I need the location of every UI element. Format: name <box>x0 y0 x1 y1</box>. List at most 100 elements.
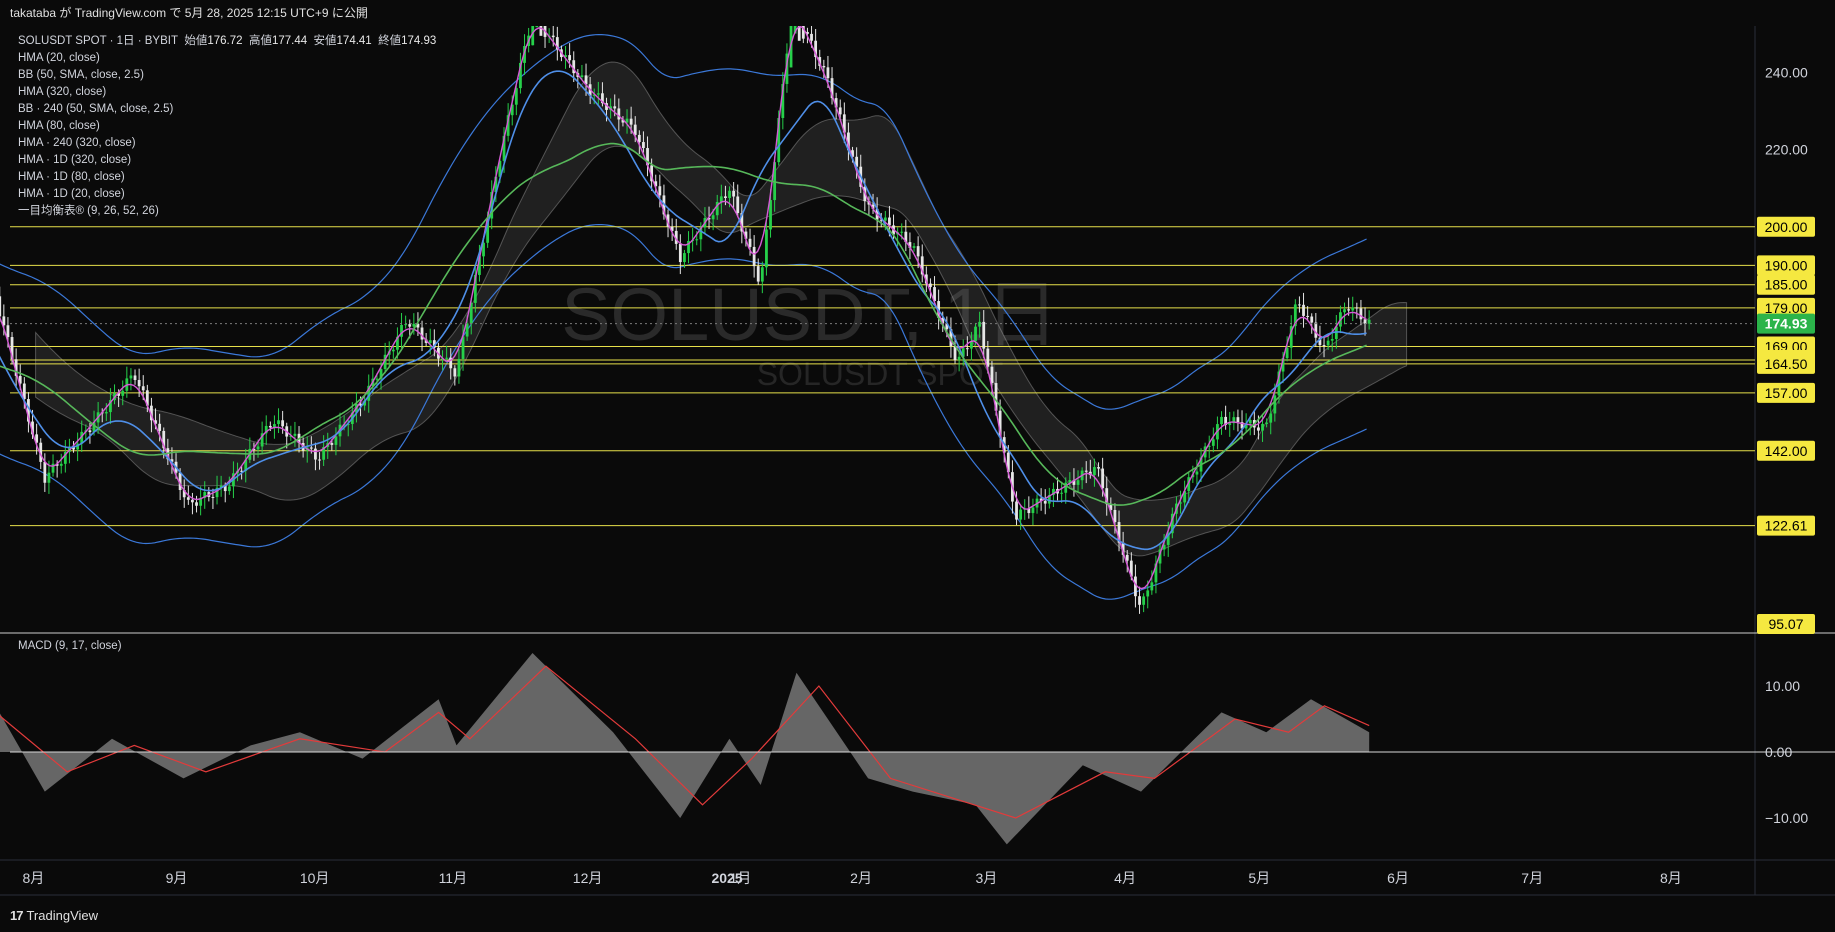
indicator-legend-hma320[interactable]: HMA (320, close) <box>18 84 436 101</box>
indicator-legend-hma20[interactable]: HMA (20, close) <box>18 50 436 67</box>
candle-body <box>760 267 764 282</box>
candle-body <box>724 196 727 198</box>
macd-axis-tick-label: 10.00 <box>1765 678 1800 694</box>
level-tag-label: 185.00 <box>1765 277 1808 293</box>
candle-body <box>978 321 982 327</box>
candle-body <box>1330 339 1334 341</box>
candle-body <box>391 349 395 352</box>
candle-body <box>6 325 10 338</box>
symbol-name: SOLUSDT SPOT · 1日 · BYBIT <box>18 35 178 47</box>
ohlc-low-label: 安値 <box>313 35 337 47</box>
candle-body <box>629 118 633 125</box>
candle-body <box>633 124 637 135</box>
candle-body <box>47 472 51 483</box>
candle-body <box>445 357 449 359</box>
indicator-legend-bb240[interactable]: BB · 240 (50, SMA, close, 2.5) <box>18 101 436 118</box>
candle-body <box>1261 423 1264 431</box>
candle-body <box>732 190 736 197</box>
candle-body <box>613 106 617 109</box>
candle-body <box>141 386 145 391</box>
candle-body <box>1228 423 1232 425</box>
time-axis-label: 9月 <box>166 870 188 886</box>
candle-body <box>900 231 904 233</box>
candle-body <box>1265 422 1269 424</box>
indicator-legend-hma1d-20[interactable]: HMA · 1D (20, close) <box>18 186 436 203</box>
candle-body <box>965 348 969 350</box>
candle-body <box>765 229 768 268</box>
candle-body <box>1195 471 1199 475</box>
candle-body <box>43 461 47 483</box>
candle-body <box>1076 480 1080 485</box>
candle-body <box>408 324 412 327</box>
level-tag-label: 190.00 <box>1765 257 1808 273</box>
time-axis-label: 8月 <box>1660 870 1682 886</box>
candle-body <box>658 186 662 196</box>
candle-body <box>1347 309 1351 311</box>
candle-body <box>916 246 920 257</box>
candle-body <box>59 463 63 466</box>
candle-body <box>1138 596 1141 605</box>
candle-body <box>1355 307 1359 309</box>
candle-body <box>404 324 408 326</box>
indicator-legend-bb50[interactable]: BB (50, SMA, close, 2.5) <box>18 67 436 84</box>
candle-body <box>1019 509 1023 520</box>
candle-body <box>227 486 231 492</box>
candle-body <box>453 368 457 377</box>
candle-body <box>186 497 190 500</box>
candle-body <box>1093 467 1096 476</box>
macd-legend[interactable]: MACD (9, 17, close) <box>18 640 122 652</box>
indicator-legend-hma80[interactable]: HMA (80, close) <box>18 118 436 135</box>
candle-body <box>568 55 572 61</box>
candle-body <box>1326 340 1330 346</box>
candle-body <box>736 196 740 214</box>
candle-body <box>211 496 215 498</box>
candle-body <box>683 253 686 263</box>
time-axis-label: 11月 <box>439 870 468 886</box>
candle-body <box>1015 501 1018 520</box>
tradingview-logo-icon[interactable]: 17 <box>10 900 24 932</box>
candle-body <box>256 446 260 450</box>
candle-body <box>1150 582 1154 591</box>
candle-body <box>535 26 539 28</box>
indicator-legend-ichimoku[interactable]: 一目均衡表® (9, 26, 52, 26) <box>18 203 436 220</box>
candle-body <box>826 67 830 79</box>
ohlc-open-value: 176.72 <box>207 35 243 47</box>
candle-body <box>1142 596 1146 605</box>
candle-body <box>104 412 108 414</box>
candle-body <box>0 296 2 317</box>
indicator-legend-hma1d-80[interactable]: HMA · 1D (80, close) <box>18 169 436 186</box>
level-tag-label: 157.00 <box>1765 385 1808 401</box>
candle-body <box>637 134 641 143</box>
symbol-legend-row[interactable]: SOLUSDT SPOT · 1日 · BYBIT 始値176.72 高値177… <box>18 33 436 50</box>
candle-body <box>1236 417 1240 423</box>
candle-body <box>957 356 961 361</box>
chart-legend: SOLUSDT SPOT · 1日 · BYBIT 始値176.72 高値177… <box>18 33 436 220</box>
brand-name[interactable]: TradingView <box>26 908 98 923</box>
candle-body <box>1273 395 1277 414</box>
candle-body <box>617 108 621 120</box>
candle-body <box>1113 509 1117 523</box>
time-axis-label: 2月 <box>850 870 872 886</box>
candle-body <box>195 502 198 506</box>
time-axis-label: 3月 <box>975 870 997 886</box>
candle-body <box>191 499 194 503</box>
candle-body <box>121 390 125 396</box>
time-axis-label: 6月 <box>1387 870 1409 886</box>
indicator-legend-hma1d-320[interactable]: HMA · 1D (320, close) <box>18 152 436 169</box>
candle-body <box>1306 315 1310 317</box>
price-axis-tick-label: 240.00 <box>1765 64 1808 80</box>
time-axis-label: 12月 <box>573 870 603 886</box>
candle-body <box>728 190 731 198</box>
candle-body <box>375 378 379 380</box>
candle-body <box>1322 345 1326 347</box>
candle-body <box>551 35 555 38</box>
ohlc-low-value: 174.41 <box>336 35 372 47</box>
time-axis-label: 1月 <box>729 870 751 886</box>
candle-body <box>974 326 977 342</box>
candle-body <box>1146 590 1150 597</box>
time-axis-label: 7月 <box>1521 870 1543 886</box>
candle-body <box>318 459 321 461</box>
indicator-legend-hma240[interactable]: HMA · 240 (320, close) <box>18 135 436 152</box>
time-axis-label: 8月 <box>22 870 44 886</box>
candle-body <box>309 447 313 449</box>
